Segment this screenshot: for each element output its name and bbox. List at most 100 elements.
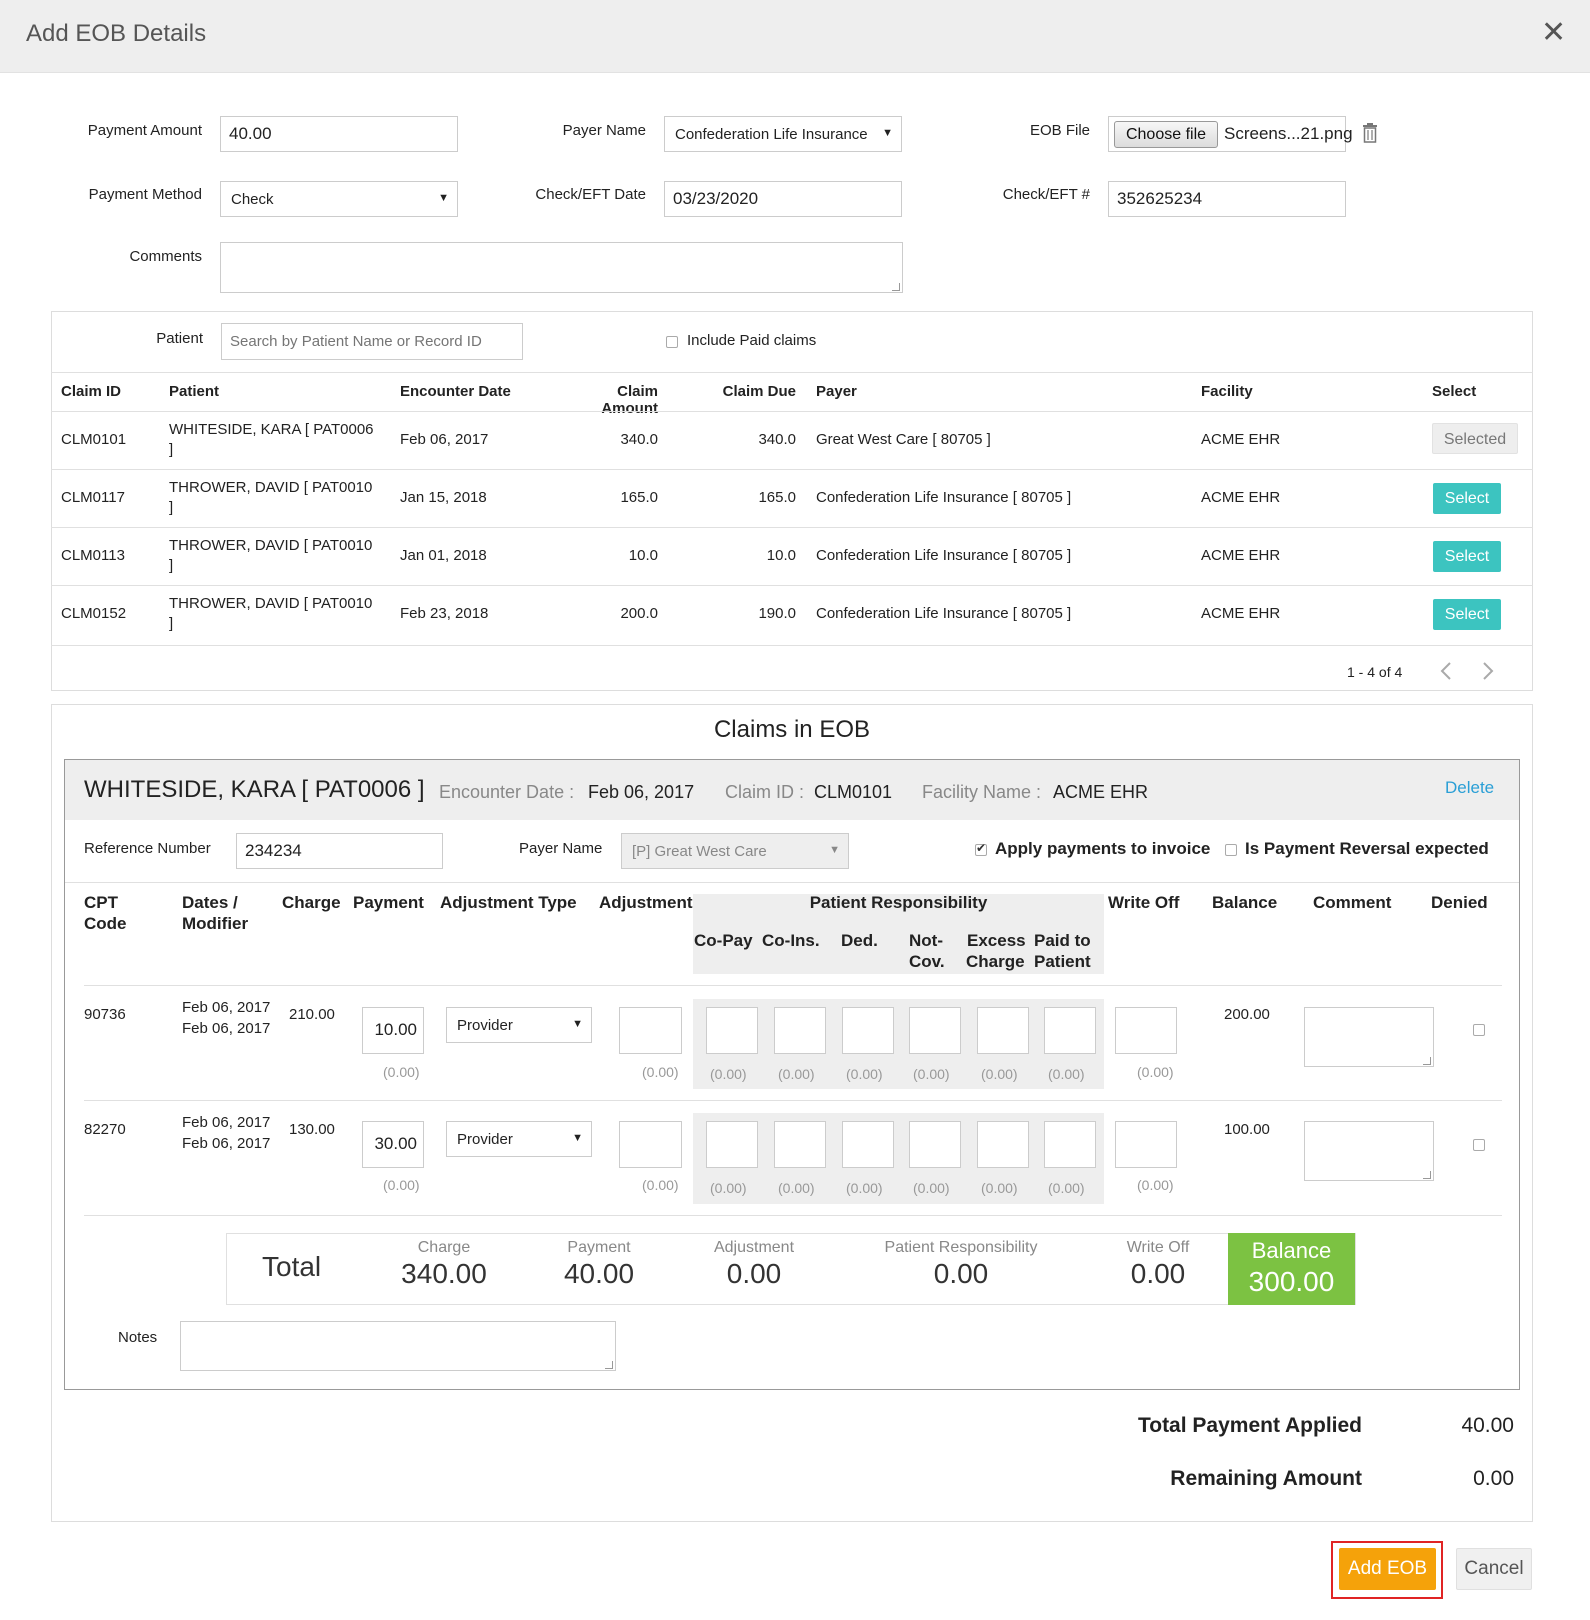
- eob-payer-select[interactable]: [P] Great West Care ▼: [621, 833, 849, 869]
- trash-icon[interactable]: [1361, 122, 1379, 144]
- line-cpt: 90736: [84, 1006, 126, 1023]
- payment-reversal-checkbox[interactable]: [1225, 844, 1237, 856]
- eob-facility-label: Facility Name :: [922, 782, 1042, 802]
- line-excess-hint: (0.00): [981, 1180, 1018, 1196]
- line-payment-hint: (0.00): [383, 1064, 420, 1080]
- divider: [51, 645, 1533, 646]
- claim-patient: THROWER, DAVID [ PAT0010: [169, 595, 373, 612]
- reference-number-input[interactable]: 234234: [236, 833, 443, 869]
- divider: [84, 985, 1502, 986]
- line-adjustment-hint: (0.00): [642, 1064, 679, 1080]
- line-excess-input[interactable]: [977, 1007, 1029, 1054]
- line-comment-textarea[interactable]: [1304, 1007, 1434, 1067]
- delete-link[interactable]: Delete: [1445, 778, 1494, 798]
- claim-due: 340.0: [758, 431, 796, 448]
- line-payment-input[interactable]: 10.00: [362, 1007, 424, 1054]
- add-eob-button[interactable]: Add EOB: [1339, 1548, 1436, 1590]
- claim-amount: 10.0: [628, 547, 658, 564]
- line-write-off-input[interactable]: [1115, 1007, 1177, 1054]
- col-adjustment-type: Adjustment Type: [440, 893, 577, 912]
- payer-name-value: Confederation Life Insurance: [675, 126, 868, 143]
- line-adjustment-input[interactable]: [619, 1121, 682, 1168]
- line-write-off-input[interactable]: [1115, 1121, 1177, 1168]
- line-adjustment-type-select[interactable]: Provider ▼: [446, 1121, 592, 1157]
- total-patient-resp-label: Patient Responsibility: [884, 1239, 1038, 1256]
- total-charge-label: Charge: [417, 1239, 471, 1256]
- line-not-cov-input[interactable]: [909, 1007, 961, 1054]
- line-coins-hint: (0.00): [778, 1066, 815, 1082]
- notes-textarea[interactable]: [180, 1321, 616, 1371]
- line-copay-input[interactable]: [706, 1121, 758, 1168]
- total-balance-label: Balance: [1251, 1238, 1332, 1263]
- line-not-cov-hint: (0.00): [913, 1066, 950, 1082]
- select-button[interactable]: Select: [1433, 483, 1501, 514]
- selected-button[interactable]: Selected: [1432, 423, 1518, 454]
- chevron-left-icon[interactable]: [1438, 660, 1454, 682]
- line-write-off-hint: (0.00): [1137, 1177, 1174, 1193]
- claim-patient: THROWER, DAVID [ PAT0010: [169, 479, 373, 496]
- include-paid-label: Include Paid claims: [687, 332, 817, 349]
- claim-amount: 340.0: [620, 431, 658, 448]
- claim-due: 10.0: [766, 547, 796, 564]
- divider: [51, 527, 1533, 528]
- line-adjustment-type-value: Provider: [457, 1131, 513, 1148]
- line-date-from: Feb 06, 2017: [182, 999, 271, 1016]
- line-paid-to-patient-input[interactable]: [1044, 1007, 1096, 1054]
- payment-amount-input[interactable]: 40.00: [220, 116, 458, 152]
- claim-amount: 200.0: [620, 605, 658, 622]
- include-paid-checkbox[interactable]: [666, 336, 678, 348]
- line-not-cov-input[interactable]: [909, 1121, 961, 1168]
- col-payer: Payer: [816, 383, 857, 400]
- line-denied-checkbox[interactable]: [1473, 1139, 1485, 1151]
- caret-down-icon: ▼: [572, 1018, 583, 1030]
- comments-textarea[interactable]: [220, 242, 903, 293]
- line-coins-input[interactable]: [774, 1007, 826, 1054]
- col-encounter-date: Encounter Date: [400, 383, 511, 400]
- line-write-off-hint: (0.00): [1137, 1064, 1174, 1080]
- resize-grip-icon: [1423, 1057, 1431, 1065]
- claim-facility: ACME EHR: [1201, 431, 1281, 448]
- total-payment-applied-label: Total Payment Applied: [1137, 1414, 1362, 1437]
- apply-payments-checkbox[interactable]: [975, 841, 987, 856]
- check-date-input[interactable]: 03/23/2020: [664, 181, 902, 217]
- remaining-amount-value: 0.00: [1473, 1467, 1514, 1490]
- line-excess-input[interactable]: [977, 1121, 1029, 1168]
- select-button[interactable]: Select: [1433, 599, 1501, 630]
- col-dates: Dates /: [182, 893, 238, 912]
- line-coins-hint: (0.00): [778, 1180, 815, 1196]
- payer-name-select[interactable]: Confederation Life Insurance ▼: [664, 116, 902, 152]
- select-button[interactable]: Select: [1433, 541, 1501, 572]
- line-denied-checkbox[interactable]: [1473, 1024, 1485, 1036]
- line-ded-input[interactable]: [842, 1007, 894, 1054]
- totals-label: Total: [262, 1251, 322, 1282]
- payment-method-select[interactable]: Check ▼: [220, 181, 458, 217]
- total-balance-value: 300.00: [1248, 1266, 1335, 1297]
- chevron-right-icon[interactable]: [1480, 660, 1496, 682]
- check-number-input[interactable]: 352625234: [1108, 181, 1346, 217]
- total-payment-value: 40.00: [563, 1258, 635, 1289]
- cancel-button[interactable]: Cancel: [1456, 1548, 1532, 1590]
- line-comment-textarea[interactable]: [1304, 1121, 1434, 1181]
- col-payment: Payment: [353, 893, 424, 912]
- close-icon[interactable]: ✕: [1541, 18, 1566, 48]
- claim-date: Jan 01, 2018: [400, 547, 487, 564]
- line-ded-input[interactable]: [842, 1121, 894, 1168]
- reference-number-label: Reference Number: [84, 840, 211, 857]
- divider: [65, 882, 1519, 883]
- line-paid-to-patient-input[interactable]: [1044, 1121, 1096, 1168]
- line-adjustment-input[interactable]: [619, 1007, 682, 1054]
- col-paid-to: Paid to: [1034, 931, 1091, 950]
- line-adjustment-type-select[interactable]: Provider ▼: [446, 1007, 592, 1043]
- line-payment-hint: (0.00): [383, 1177, 420, 1193]
- line-copay-hint: (0.00): [710, 1180, 747, 1196]
- patient-search-input[interactable]: [221, 323, 523, 360]
- line-payment-input[interactable]: 30.00: [362, 1121, 424, 1168]
- line-copay-input[interactable]: [706, 1007, 758, 1054]
- col-coins: Co-Ins.: [762, 931, 820, 950]
- col-modifier: Modifier: [182, 914, 249, 933]
- caret-down-icon: ▼: [438, 192, 449, 204]
- choose-file-button[interactable]: Choose file: [1114, 121, 1218, 148]
- line-coins-input[interactable]: [774, 1121, 826, 1168]
- eob-file-input[interactable]: Choose file Screens...21.png: [1108, 116, 1353, 152]
- dialog-header: Add EOB Details ✕: [0, 0, 1590, 73]
